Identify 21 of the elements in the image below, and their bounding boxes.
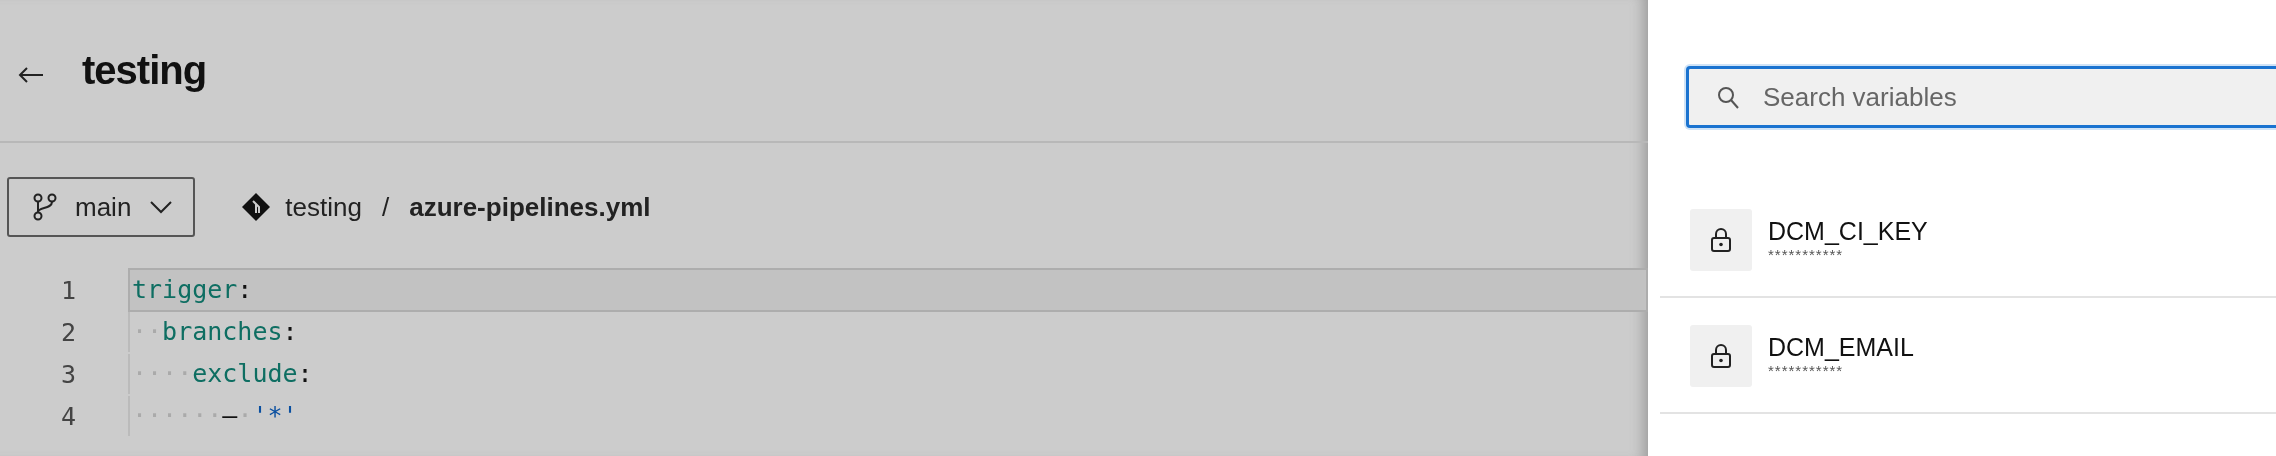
masked-value: *********** [1768,362,1845,379]
search-icon [1717,86,1739,110]
page-title: testing [82,48,207,93]
line-number: 2 [59,317,76,347]
lock-icon [1690,209,1752,271]
breadcrumb-separator: / [381,191,390,223]
variable-name: DCM_CI_KEY [1768,217,1928,246]
masked-value: *********** [1768,246,1845,263]
branch-icon [33,193,57,221]
variable-name: DCM_EMAIL [1768,333,1914,362]
chevron-down-icon [149,200,174,214]
repo-link[interactable]: testing [285,191,362,223]
branch-selector[interactable]: main [7,177,196,237]
lock-icon [1690,325,1752,387]
git-repo-icon [241,192,272,222]
line-number: 1 [59,275,76,305]
line-number: 3 [59,359,76,389]
file-name: azure-pipelines.yml [409,191,651,223]
line-number: 4 [59,401,76,431]
back-arrow-icon[interactable] [18,65,44,84]
search-field[interactable]: Search variables [1686,66,2276,128]
